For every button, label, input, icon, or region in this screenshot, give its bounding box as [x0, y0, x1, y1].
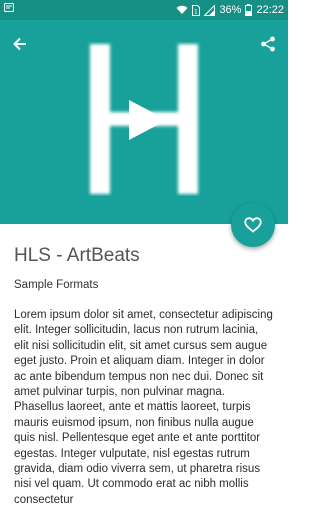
share-icon: [261, 36, 275, 52]
video-description: Lorem ipsum dolor sit amet, consectetur …: [14, 309, 273, 506]
status-indicators: 1 36% 22:22: [176, 3, 284, 17]
status-bar: 1 36% 22:22: [0, 0, 288, 20]
share-button[interactable]: [254, 30, 282, 58]
back-button[interactable]: [6, 30, 34, 58]
video-subtitle: Sample Formats: [14, 279, 99, 291]
wifi-icon: [176, 5, 188, 15]
arrow-back-icon: [13, 37, 26, 51]
notification-icon: [4, 3, 14, 13]
svg-text:1: 1: [194, 8, 198, 15]
heart-outline-icon: [244, 217, 262, 233]
sim-icon: 1: [192, 4, 201, 16]
signal-icon: [204, 4, 216, 16]
play-icon[interactable]: [127, 100, 167, 140]
favorite-button[interactable]: [231, 203, 275, 247]
hero-banner: [0, 20, 288, 224]
clock: 22:22: [256, 4, 284, 16]
battery-percent: 36%: [219, 4, 242, 16]
video-title: HLS - ArtBeats: [14, 245, 140, 266]
battery-icon: [245, 4, 253, 16]
